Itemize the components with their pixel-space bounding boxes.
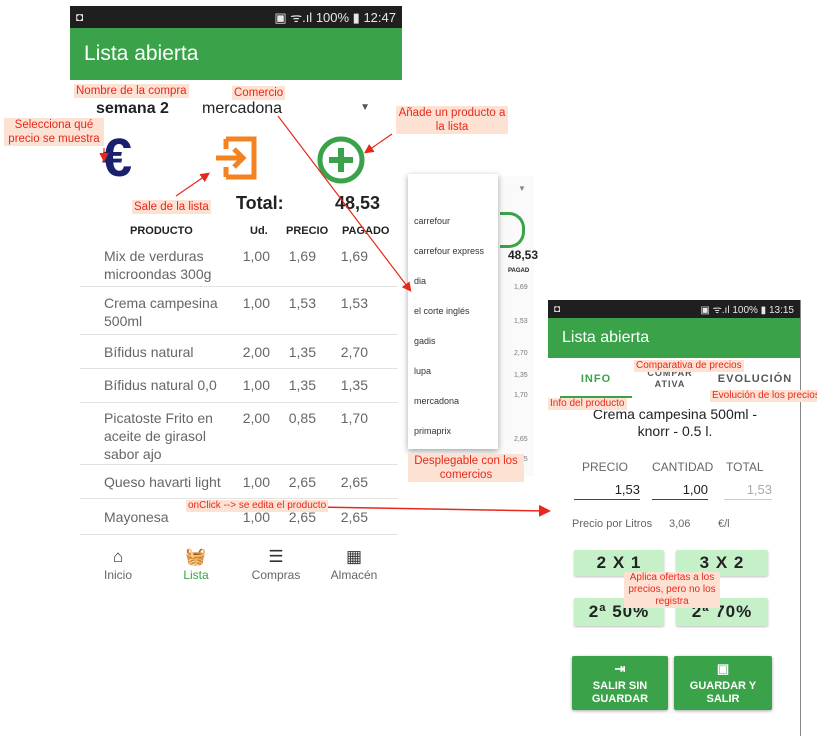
annotation-comparativa: Comparativa de precios xyxy=(634,360,744,372)
annotation-offers: Aplica ofertas a los precios, pero no lo… xyxy=(624,572,720,608)
annotation-price-selector: Selecciona qué precio se muestra xyxy=(4,118,104,146)
annotation-store: Comercio xyxy=(232,86,286,100)
annotation-onclick: onClick --> se edita el producto xyxy=(186,500,329,512)
annotation-info: Info del producto xyxy=(548,398,627,410)
annotation-dropdown: Desplegable con los comercios xyxy=(408,454,524,482)
annotation-add-product: Añade un producto a la lista xyxy=(396,106,508,134)
annotation-exit-list: Sale de la lista xyxy=(132,200,211,214)
annotation-evolucion: Evolución de los precios xyxy=(710,390,817,402)
annotation-purchase-name: Nombre de la compra xyxy=(74,84,189,98)
